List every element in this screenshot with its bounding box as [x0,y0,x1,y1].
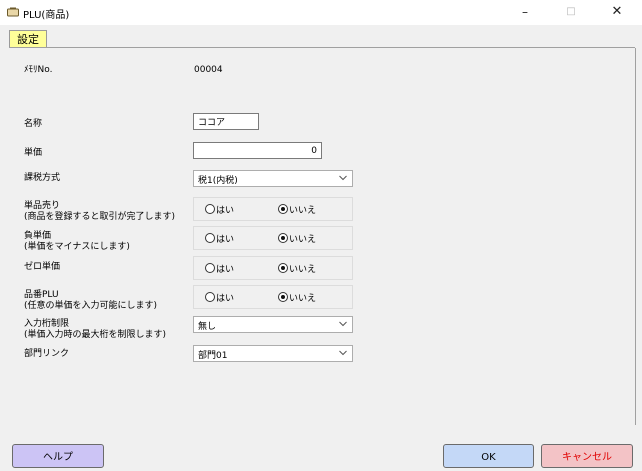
single-sale-yes-radio[interactable]: はい [205,204,234,217]
tax-method-selected: 税1(内税) [198,176,238,186]
single-sale-label: 単品売り (商品を登録すると取引が完了します) [24,201,175,223]
digit-limit-label-note: (単価入力時の最大桁を制限します) [24,330,167,340]
memory-no-value: 00004 [194,65,223,75]
chevron-down-icon [339,175,347,181]
close-button[interactable]: ✕ [598,0,636,25]
radio-yes-label: はい [216,206,235,216]
product-plu-radio-group: はい いいえ [193,285,353,309]
digit-limit-label: 入力桁制限 (単価入力時の最大桁を制限します) [24,319,166,341]
ok-button[interactable]: OK [443,444,534,468]
radio-no-label: いいえ [289,235,317,245]
radio-unchecked-icon [205,204,215,214]
radio-yes-label: はい [216,265,235,275]
maximize-button[interactable]: □ [552,0,590,25]
single-sale-label-title: 単品売り [24,201,61,211]
single-sale-radio-group: はい いいえ [193,197,353,221]
memory-no-label: ﾒﾓﾘNo. [24,65,53,75]
radio-checked-icon [278,204,288,214]
product-plu-label-title: 品番PLU [24,290,59,300]
product-plu-no-radio[interactable]: いいえ [278,292,316,305]
radio-no-label: いいえ [289,265,317,275]
radio-checked-icon [278,233,288,243]
zero-price-radio-group: はい いいえ [193,256,353,280]
name-input[interactable] [193,113,259,130]
zero-price-no-radio[interactable]: いいえ [278,263,316,276]
name-label: 名称 [24,119,43,129]
radio-unchecked-icon [205,233,215,243]
product-plu-yes-radio[interactable]: はい [205,292,234,305]
radio-yes-label: はい [216,235,235,245]
zero-price-yes-radio[interactable]: はい [205,263,234,276]
window-title: PLU(商品) [23,10,70,21]
title-bar: PLU(商品) – □ ✕ [0,0,642,25]
unit-price-label: 単価 [24,148,43,158]
unit-price-input[interactable] [193,142,322,159]
negative-price-radio-group: はい いいえ [193,226,353,250]
radio-checked-icon [278,263,288,273]
chevron-down-icon [339,321,347,327]
zero-price-label: ゼロ単価 [24,262,61,272]
negative-price-label-note: (単価をマイナスにします) [24,242,130,252]
single-sale-label-note: (商品を登録すると取引が完了します) [24,212,176,222]
radio-yes-label: はい [216,294,235,304]
negative-price-no-radio[interactable]: いいえ [278,233,316,246]
department-link-label: 部門リンク [24,349,70,359]
radio-unchecked-icon [205,292,215,302]
radio-no-label: いいえ [289,206,317,216]
digit-limit-label-title: 入力桁制限 [24,319,70,329]
product-plu-label: 品番PLU (任意の単価を入力可能にします) [24,290,157,312]
negative-price-label: 負単価 (単価をマイナスにします) [24,231,130,253]
cancel-button[interactable]: キャンセル [541,444,633,468]
minimize-button[interactable]: – [506,0,544,25]
app-logo-icon [7,7,19,17]
digit-limit-selected: 無し [198,322,217,332]
negative-price-label-title: 負単価 [24,231,52,241]
tab-settings[interactable]: 設定 [9,30,47,48]
tax-method-label: 課税方式 [24,173,61,183]
radio-no-label: いいえ [289,294,317,304]
help-button[interactable]: ヘルプ [12,444,104,468]
radio-unchecked-icon [205,263,215,273]
radio-checked-icon [278,292,288,302]
department-link-select[interactable]: 部門01 [193,345,353,362]
chevron-down-icon [339,350,347,356]
single-sale-no-radio[interactable]: いいえ [278,204,316,217]
negative-price-yes-radio[interactable]: はい [205,233,234,246]
product-plu-label-note: (任意の単価を入力可能にします) [24,301,158,311]
tax-method-select[interactable]: 税1(内税) [193,170,353,187]
digit-limit-select[interactable]: 無し [193,316,353,333]
department-link-selected: 部門01 [198,351,228,361]
